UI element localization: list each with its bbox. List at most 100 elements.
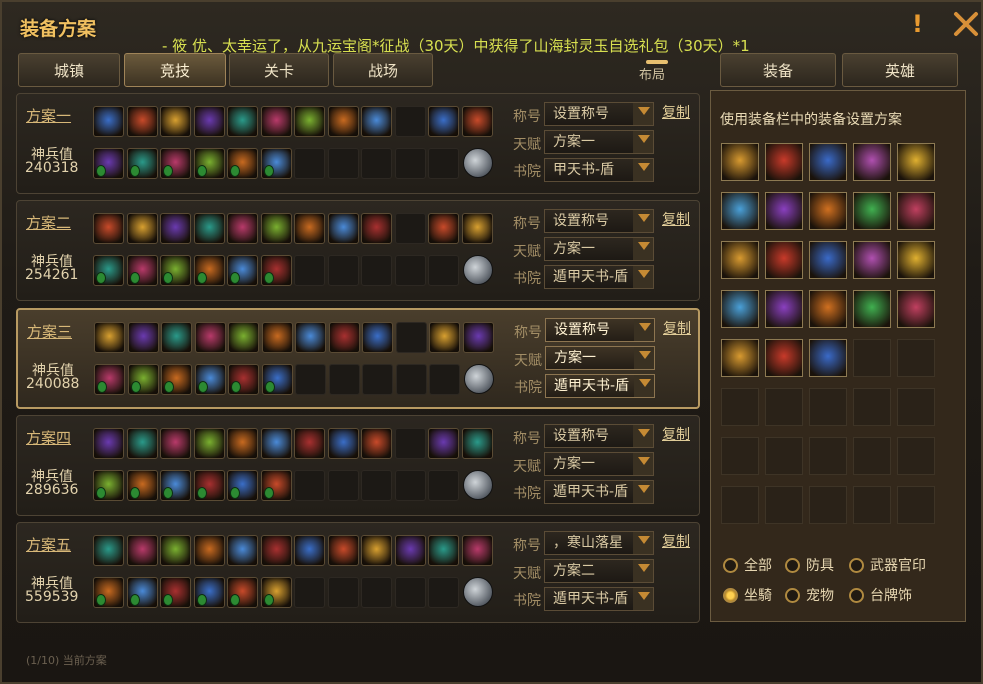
equip-slot[interactable] bbox=[461, 106, 493, 137]
equip-slot[interactable] bbox=[161, 364, 192, 395]
bag-empty-slot[interactable] bbox=[765, 437, 803, 475]
bag-item-slot[interactable] bbox=[809, 290, 847, 328]
equip-slot[interactable] bbox=[294, 428, 325, 459]
equip-slot[interactable] bbox=[294, 213, 325, 244]
equip-slot[interactable] bbox=[228, 364, 259, 395]
bag-item-slot[interactable] bbox=[765, 192, 803, 230]
equip-slot[interactable] bbox=[261, 364, 293, 395]
equip-slot[interactable] bbox=[227, 577, 258, 608]
equip-slot[interactable] bbox=[193, 535, 225, 566]
equip-slot[interactable] bbox=[160, 255, 191, 286]
equip-slot[interactable] bbox=[193, 213, 225, 244]
book-icon[interactable] bbox=[462, 148, 493, 178]
bag-empty-slot[interactable] bbox=[809, 388, 847, 426]
talent-dropdown[interactable]: 方案二 bbox=[544, 559, 654, 583]
academy-dropdown[interactable]: 遁甲天书-盾 bbox=[544, 587, 654, 611]
equip-slot[interactable] bbox=[295, 364, 326, 395]
equip-slot[interactable] bbox=[93, 470, 124, 501]
equip-slot[interactable] bbox=[227, 535, 258, 566]
equip-slot[interactable] bbox=[93, 535, 124, 566]
copy-button[interactable]: 复制 bbox=[662, 531, 690, 551]
copy-button[interactable]: 复制 bbox=[663, 318, 691, 338]
equip-slot[interactable] bbox=[394, 470, 426, 501]
plan-card-3[interactable]: 方案三 神兵值 240088 称号 天赋 书院 设置称号 方案一 遁甲天书-盾 复制 bbox=[16, 308, 700, 409]
equip-slot[interactable] bbox=[327, 535, 359, 566]
bag-empty-slot[interactable] bbox=[809, 486, 847, 524]
equip-slot[interactable] bbox=[361, 148, 392, 179]
equip-slot[interactable] bbox=[260, 470, 292, 501]
close-icon[interactable] bbox=[952, 10, 980, 38]
bag-empty-slot[interactable] bbox=[897, 339, 935, 377]
bag-empty-slot[interactable] bbox=[809, 437, 847, 475]
equip-slot[interactable] bbox=[328, 322, 360, 353]
bag-item-slot[interactable] bbox=[765, 241, 803, 279]
bag-empty-slot[interactable] bbox=[853, 339, 891, 377]
equip-slot[interactable] bbox=[94, 364, 125, 395]
equip-slot[interactable] bbox=[260, 535, 292, 566]
equip-slot[interactable] bbox=[260, 213, 292, 244]
filter-plaque-ornament[interactable]: 台牌饰 bbox=[849, 585, 912, 605]
title-dropdown[interactable]: 设置称号 bbox=[545, 318, 655, 342]
equip-slot[interactable] bbox=[462, 322, 494, 353]
equip-slot[interactable] bbox=[260, 428, 292, 459]
bag-item-slot[interactable] bbox=[721, 143, 759, 181]
equip-slot[interactable] bbox=[362, 364, 393, 395]
plan-card-4[interactable]: 方案四 神兵值 289636 称号 天赋 书院 设置称号 方案一 遁甲天书-盾 复制 bbox=[16, 415, 700, 516]
equip-slot[interactable] bbox=[394, 255, 426, 286]
tab-stage[interactable]: 关卡 bbox=[229, 53, 329, 87]
tab-hero[interactable]: 英雄 bbox=[842, 53, 958, 87]
book-icon[interactable] bbox=[463, 364, 494, 394]
equip-slot[interactable] bbox=[160, 535, 191, 566]
equip-slot[interactable] bbox=[126, 255, 158, 286]
equip-slot[interactable] bbox=[327, 255, 359, 286]
bag-empty-slot[interactable] bbox=[721, 388, 759, 426]
layout-label[interactable]: 布局 bbox=[639, 64, 665, 83]
equip-slot[interactable] bbox=[260, 577, 292, 608]
bag-item-slot[interactable] bbox=[897, 290, 935, 328]
equip-slot[interactable] bbox=[126, 106, 158, 137]
equip-slot[interactable] bbox=[361, 106, 392, 137]
book-icon[interactable] bbox=[462, 470, 493, 500]
equip-slot[interactable] bbox=[127, 364, 159, 395]
title-dropdown[interactable]: ，寒山落星 bbox=[544, 531, 654, 555]
equip-slot[interactable] bbox=[260, 255, 292, 286]
bag-item-slot[interactable] bbox=[765, 339, 803, 377]
copy-button[interactable]: 复制 bbox=[662, 102, 690, 122]
equip-slot[interactable] bbox=[394, 213, 426, 244]
title-dropdown[interactable]: 设置称号 bbox=[544, 209, 654, 233]
plan-card-1[interactable]: 方案一 神兵值 240318 称号 天赋 书院 设置称号 方案一 甲天书-盾 复制 bbox=[16, 93, 700, 194]
bag-empty-slot[interactable] bbox=[897, 486, 935, 524]
equip-slot[interactable] bbox=[461, 213, 493, 244]
plan-name[interactable]: 方案五 bbox=[26, 534, 71, 555]
equip-slot[interactable] bbox=[93, 577, 124, 608]
equip-slot[interactable] bbox=[395, 364, 427, 395]
bag-empty-slot[interactable] bbox=[765, 388, 803, 426]
bag-item-slot[interactable] bbox=[809, 143, 847, 181]
equip-slot[interactable] bbox=[94, 322, 125, 353]
equip-slot[interactable] bbox=[194, 322, 226, 353]
equip-slot[interactable] bbox=[428, 213, 459, 244]
book-icon[interactable] bbox=[462, 577, 493, 607]
filter-weapon-seal[interactable]: 武器官印 bbox=[849, 555, 926, 575]
tab-battlefield[interactable]: 战场 bbox=[333, 53, 433, 87]
equip-slot[interactable] bbox=[327, 213, 359, 244]
equip-slot[interactable] bbox=[93, 148, 124, 179]
equip-slot[interactable] bbox=[227, 428, 258, 459]
academy-dropdown[interactable]: 遁甲天书-盾 bbox=[544, 265, 654, 289]
equip-slot[interactable] bbox=[93, 106, 124, 137]
equip-slot[interactable] bbox=[294, 106, 325, 137]
equip-slot[interactable] bbox=[93, 213, 124, 244]
plan-name[interactable]: 方案二 bbox=[26, 212, 71, 233]
filter-pet[interactable]: 宠物 bbox=[785, 585, 834, 605]
talent-dropdown[interactable]: 方案一 bbox=[544, 237, 654, 261]
academy-dropdown[interactable]: 遁甲天书-盾 bbox=[544, 480, 654, 504]
bag-item-slot[interactable] bbox=[897, 241, 935, 279]
equip-slot[interactable] bbox=[126, 470, 158, 501]
bag-empty-slot[interactable] bbox=[853, 437, 891, 475]
tab-town[interactable]: 城镇 bbox=[18, 53, 120, 87]
filter-all[interactable]: 全部 bbox=[723, 555, 772, 575]
bag-item-slot[interactable] bbox=[721, 339, 759, 377]
equip-slot[interactable] bbox=[193, 428, 225, 459]
bag-empty-slot[interactable] bbox=[721, 437, 759, 475]
filter-mount[interactable]: 坐騎 bbox=[723, 585, 772, 605]
